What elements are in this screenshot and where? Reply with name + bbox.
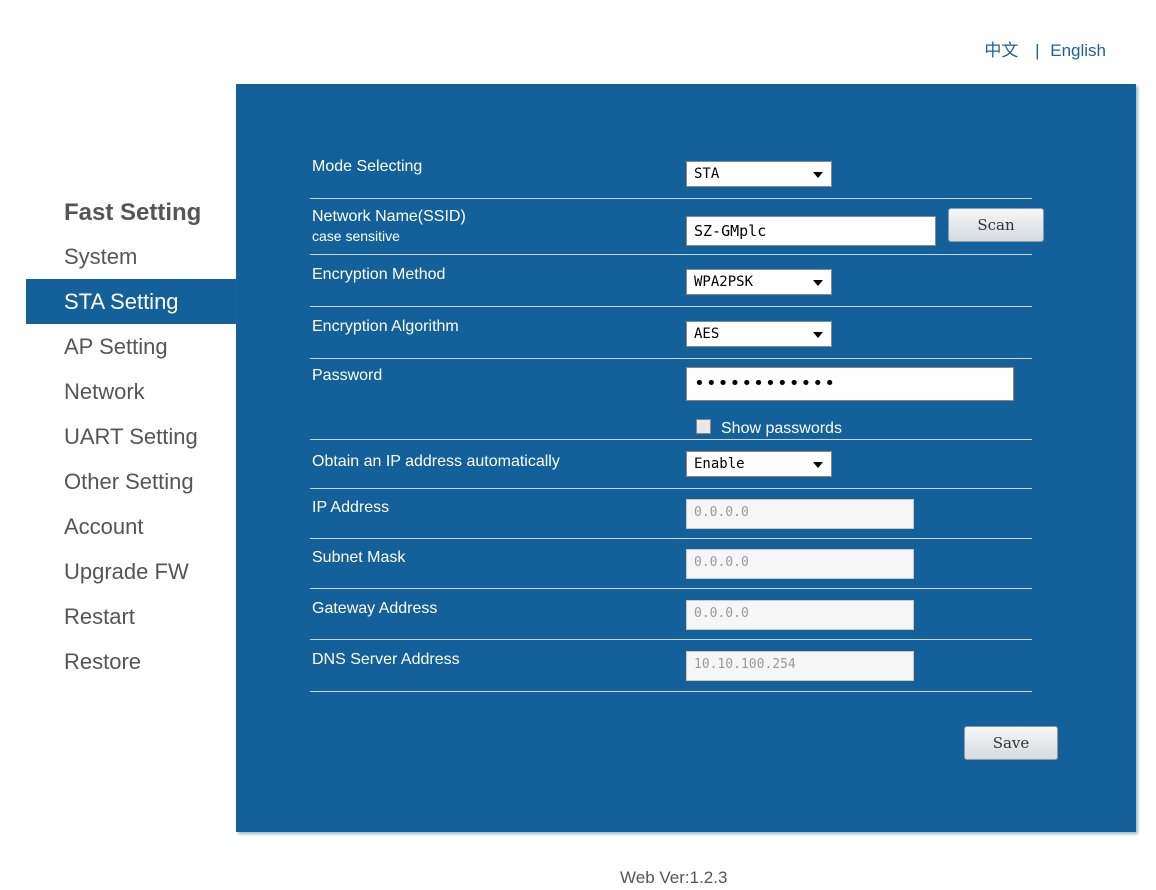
ssid-input-value: SZ-GMplc (694, 222, 767, 240)
mask-input[interactable]: 0.0.0.0 (686, 549, 914, 579)
password-row: Password •••••••••••• Show passwords (310, 367, 1032, 440)
chevron-down-icon (813, 462, 823, 468)
ssid-label-text: Network Name(SSID) (312, 208, 466, 225)
show-passwords-label: Show passwords (721, 420, 842, 437)
sidebar-item-restart[interactable]: Restart (26, 594, 236, 639)
password-input-value: •••••••••••• (694, 373, 837, 394)
mask-input-value: 0.0.0.0 (694, 555, 749, 570)
sidebar-item-account[interactable]: Account (26, 504, 236, 549)
mask-label: Subnet Mask (312, 549, 406, 566)
language-switch: 中文 | English (984, 36, 1106, 61)
chevron-down-icon (813, 332, 823, 338)
mode-select[interactable]: STA (686, 161, 832, 187)
dhcp-select[interactable]: Enable (686, 451, 832, 477)
sidebar-item-other-setting[interactable]: Other Setting (26, 459, 236, 504)
sidebar-item-upgrade-fw[interactable]: Upgrade FW (26, 549, 236, 594)
gateway-input-value: 0.0.0.0 (694, 606, 749, 621)
ssid-sublabel: case sensitive (312, 228, 400, 244)
dhcp-select-value: Enable (694, 456, 745, 472)
gateway-label: Gateway Address (312, 600, 438, 617)
sidebar-item-sta-setting[interactable]: STA Setting (26, 279, 236, 324)
sidebar: Fast Setting System STA Setting AP Setti… (26, 192, 236, 684)
show-passwords-checkbox[interactable] (696, 419, 711, 434)
sidebar-item-uart-setting[interactable]: UART Setting (26, 414, 236, 459)
encryption-algorithm-label: Encryption Algorithm (312, 318, 459, 335)
encryption-method-value: WPA2PSK (694, 274, 754, 290)
scan-button[interactable]: Scan (948, 208, 1044, 242)
sidebar-item-network[interactable]: Network (26, 369, 236, 414)
sidebar-item-ap-setting[interactable]: AP Setting (26, 324, 236, 369)
sidebar-item-system[interactable]: System (26, 234, 236, 279)
settings-panel: Mode Selecting STA Network Name(SSID) ca… (236, 84, 1136, 832)
mask-row: Subnet Mask 0.0.0.0 (310, 549, 1032, 589)
chevron-down-icon (813, 172, 823, 178)
gateway-row: Gateway Address 0.0.0.0 (310, 600, 1032, 640)
version-footer: Web Ver:1.2.3 (620, 868, 728, 887)
lang-english-link[interactable]: English (1050, 41, 1106, 60)
encryption-algorithm-value: AES (694, 326, 720, 342)
lang-separator: | (1035, 41, 1040, 60)
ip-input-value: 0.0.0.0 (694, 505, 749, 520)
save-button[interactable]: Save (964, 726, 1058, 760)
dhcp-label: Obtain an IP address automatically (312, 453, 560, 470)
encryption-algorithm-row: Encryption Algorithm AES (310, 318, 1032, 359)
dhcp-row: Obtain an IP address automatically Enabl… (310, 450, 1032, 489)
ip-row: IP Address 0.0.0.0 (310, 499, 1032, 539)
chevron-down-icon (813, 280, 823, 286)
ip-label: IP Address (312, 499, 390, 516)
mode-label: Mode Selecting (312, 158, 423, 175)
ssid-row: Network Name(SSID) case sensitive SZ-GMp… (310, 208, 1044, 255)
encryption-method-label: Encryption Method (312, 266, 446, 283)
encryption-method-select[interactable]: WPA2PSK (686, 269, 832, 295)
ssid-input[interactable]: SZ-GMplc (686, 216, 936, 246)
encryption-method-row: Encryption Method WPA2PSK (310, 266, 1032, 307)
mode-row: Mode Selecting STA (310, 158, 1032, 199)
password-input[interactable]: •••••••••••• (686, 367, 1014, 401)
encryption-algorithm-select[interactable]: AES (686, 321, 832, 347)
password-label: Password (312, 367, 383, 384)
dns-row: DNS Server Address 10.10.100.254 (310, 651, 1032, 692)
sidebar-title: Fast Setting (64, 199, 202, 226)
ip-input[interactable]: 0.0.0.0 (686, 499, 914, 529)
sidebar-item-restore[interactable]: Restore (26, 639, 236, 684)
show-passwords-toggle[interactable]: Show passwords (696, 419, 842, 438)
dns-input[interactable]: 10.10.100.254 (686, 651, 914, 681)
dns-input-value: 10.10.100.254 (694, 657, 796, 672)
mode-select-value: STA (694, 166, 720, 182)
dns-label: DNS Server Address (312, 651, 460, 668)
ssid-label: Network Name(SSID) case sensitive (312, 208, 466, 244)
lang-chinese-link[interactable]: 中文 (984, 41, 1018, 60)
gateway-input[interactable]: 0.0.0.0 (686, 600, 914, 630)
